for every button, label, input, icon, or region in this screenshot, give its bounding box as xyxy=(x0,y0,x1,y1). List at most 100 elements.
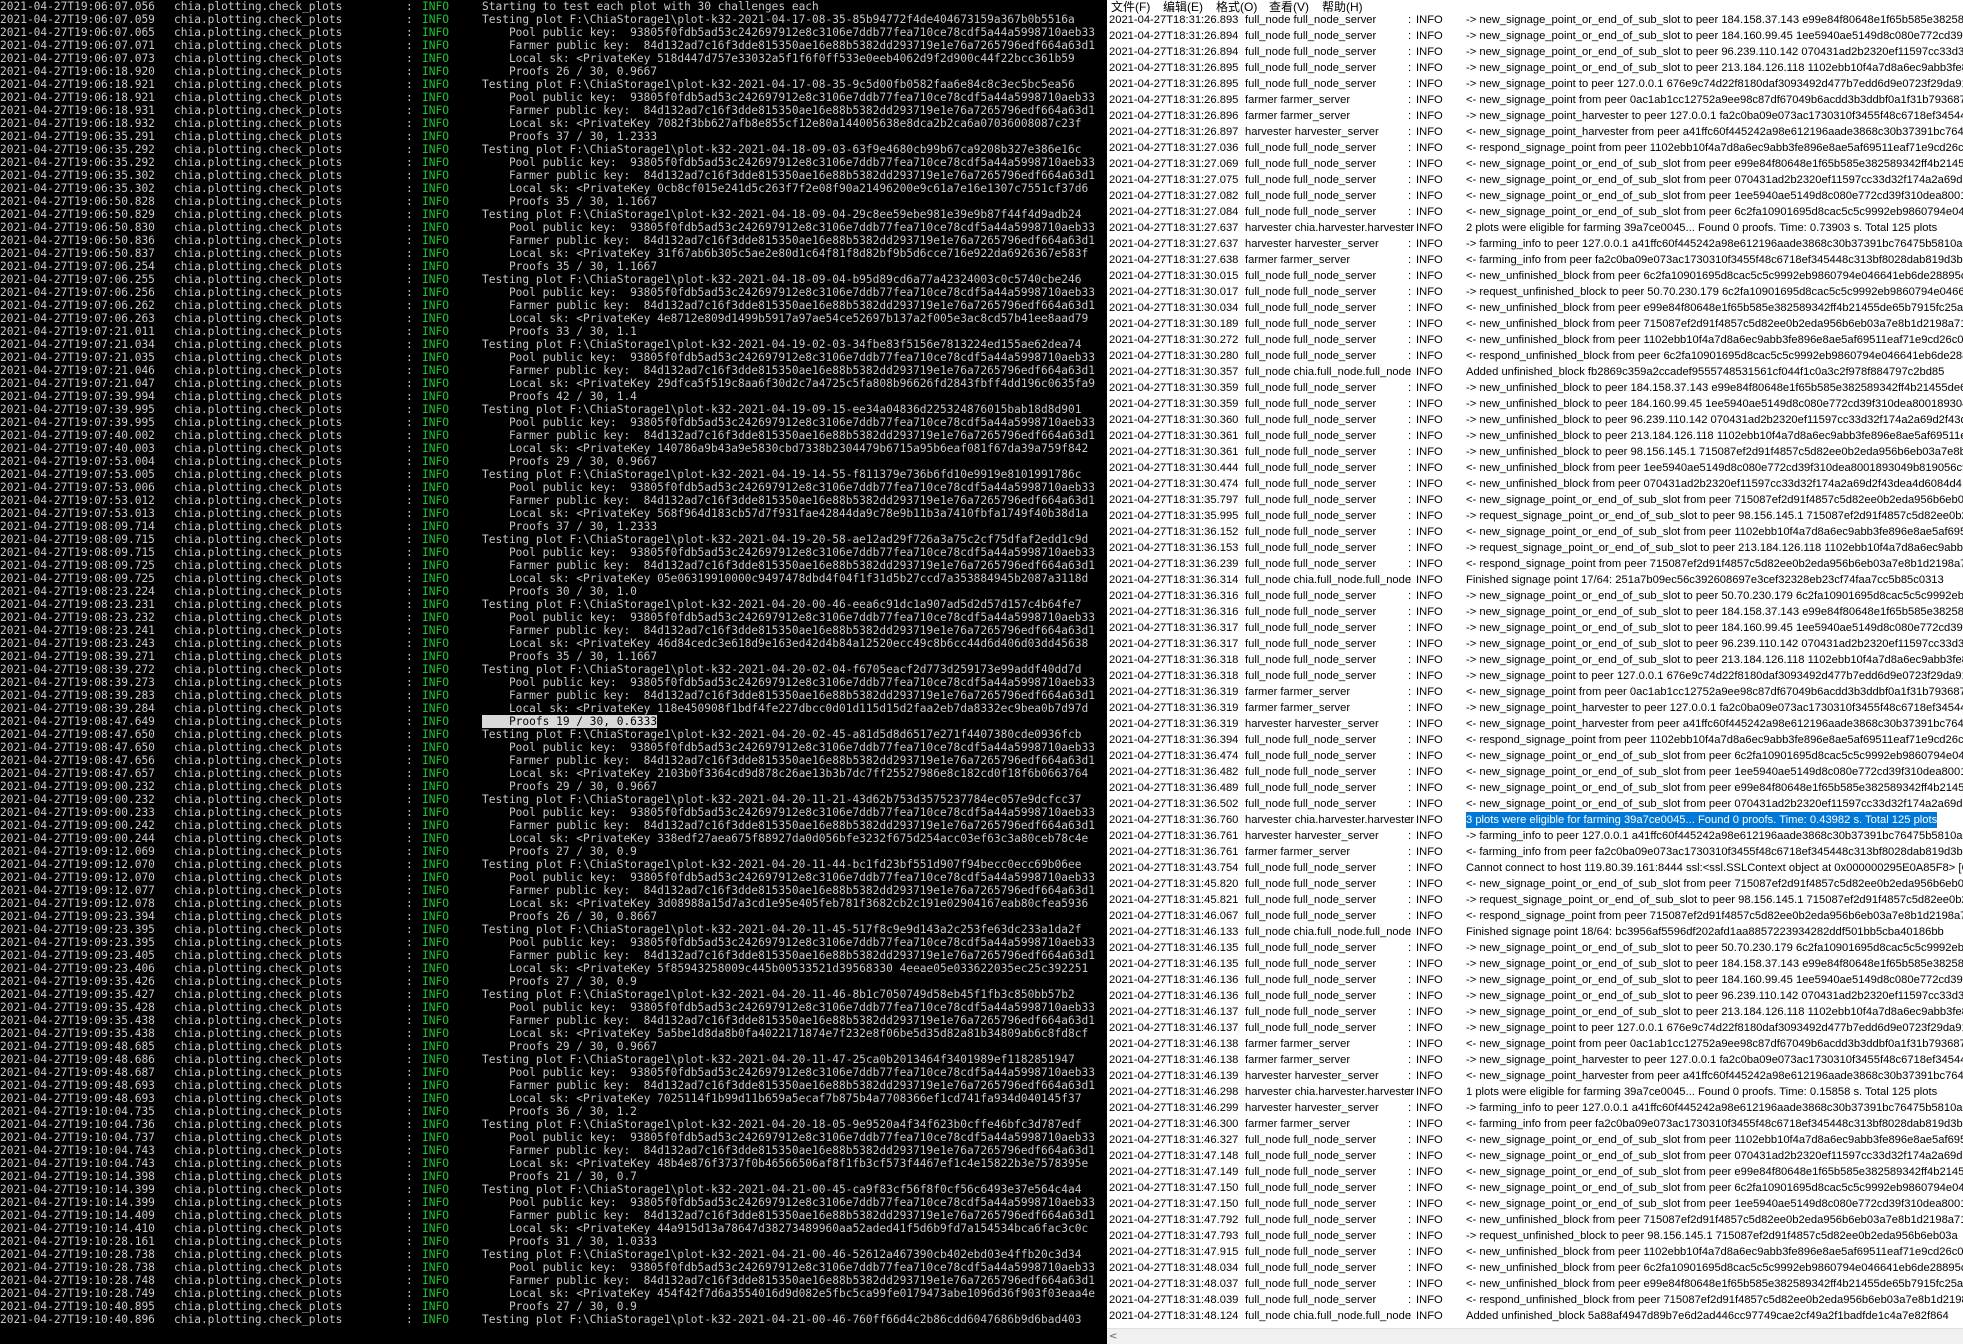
line-lvl: INFO xyxy=(1416,78,1443,90)
line-separator: : xyxy=(1408,1086,1412,1098)
line-separator: : xyxy=(1408,1150,1412,1162)
log-mod: chia.plotting.check_plots xyxy=(174,1170,343,1183)
line-msg: <- respond_unfinished_block from peer 71… xyxy=(1466,1294,1963,1306)
log-msg: Local sk: <PrivateKey 7025114f1b99d11b65… xyxy=(482,1092,1082,1105)
log-mod: chia.plotting.check_plots xyxy=(174,455,343,468)
log-separator: : xyxy=(406,273,413,286)
line-separator: : xyxy=(1408,446,1412,458)
log-ts: 2021-04-27T19:06:18.921 xyxy=(0,91,155,104)
line-ts: 2021-04-27T18:31:36.152 xyxy=(1109,526,1239,538)
log-msg: Local sk: <PrivateKey 568f964d183cb57d7f… xyxy=(482,507,1089,520)
line-lvl: INFO xyxy=(1416,286,1443,298)
log-ts: 2021-04-27T19:08:39.271 xyxy=(0,650,155,663)
log-ts: 2021-04-27T19:08:23.224 xyxy=(0,585,155,598)
scroll-left-icon[interactable]: < xyxy=(1109,1330,1117,1344)
line-msg: -> new_signage_point_or_end_of_sub_slot … xyxy=(1466,974,1963,986)
log-lvl: INFO xyxy=(422,559,449,572)
line-src: farmer farmer_server xyxy=(1245,686,1351,698)
line-separator: : xyxy=(1408,622,1412,634)
log-lvl: INFO xyxy=(422,104,449,117)
terminal-window[interactable]: 2021-04-27T19:06:07.056 chia.plotting.che… xyxy=(0,0,1107,1344)
line-src: full_node full_node_server xyxy=(1245,670,1377,682)
line-msg: -> new_signage_point_or_end_of_sub_slot … xyxy=(1466,654,1963,666)
log-separator: : xyxy=(406,286,413,299)
line-separator: : xyxy=(1408,1214,1412,1226)
log-mod: chia.plotting.check_plots xyxy=(174,1027,343,1040)
line-lvl: INFO xyxy=(1416,478,1443,490)
line-lvl: INFO xyxy=(1416,1102,1443,1114)
line-msg: <- new_unfinished_block from peer 715087… xyxy=(1466,1214,1963,1226)
line-separator: : xyxy=(1408,590,1412,602)
log-msg: Pool public key: 93805f0fdb5ad53c2426979… xyxy=(482,1001,1095,1014)
line-src: farmer farmer_server xyxy=(1245,254,1351,266)
horizontal-scrollbar[interactable]: < xyxy=(1107,1328,1963,1344)
line-msg: <- new_signage_point_or_end_of_sub_slot … xyxy=(1466,494,1963,506)
line-ts: 2021-04-27T18:31:27.637 xyxy=(1109,222,1239,234)
line-src: full_node chia.full_node.full_node xyxy=(1245,926,1412,938)
log-mod: chia.plotting.check_plots xyxy=(174,13,343,26)
log-lvl: INFO xyxy=(422,442,449,455)
log-mod: chia.plotting.check_plots xyxy=(174,702,343,715)
line-lvl: INFO xyxy=(1416,590,1443,602)
log-ts: 2021-04-27T19:10:14.398 xyxy=(0,1170,155,1183)
log-lvl: INFO xyxy=(422,1157,449,1170)
line-separator: : xyxy=(1408,1022,1412,1034)
line-ts: 2021-04-27T18:31:36.474 xyxy=(1109,750,1239,762)
log-ts: 2021-04-27T19:09:35.438 xyxy=(0,1014,155,1027)
log-ts: 2021-04-27T19:10:04.743 xyxy=(0,1144,155,1157)
log-ts: 2021-04-27T19:09:23.395 xyxy=(0,923,155,936)
log-separator: : xyxy=(406,1001,413,1014)
line-separator: : xyxy=(1408,542,1412,554)
log-msg: Pool public key: 93805f0fdb5ad53c2426979… xyxy=(482,676,1095,689)
line-ts: 2021-04-27T18:31:46.136 xyxy=(1109,990,1239,1002)
line-lvl: INFO xyxy=(1416,302,1443,314)
log-ts: 2021-04-27T19:09:35.427 xyxy=(0,988,155,1001)
log-ts: 2021-04-27T19:08:47.657 xyxy=(0,767,155,780)
line-lvl: INFO xyxy=(1416,174,1443,186)
line-msg: -> new_signage_point_harvester to peer 1… xyxy=(1466,702,1963,714)
log-ts: 2021-04-27T19:09:12.070 xyxy=(0,871,155,884)
notepad-window[interactable]: 文件(F) 编辑(E) 格式(O) 查看(V) 帮助(H) 2021-04-27… xyxy=(1107,0,1963,1344)
log-msg: Proofs 33 / 30, 1.1 xyxy=(482,325,637,338)
log-lvl: INFO xyxy=(422,1066,449,1079)
line-ts: 2021-04-27T18:31:46.138 xyxy=(1109,1054,1239,1066)
log-mod: chia.plotting.check_plots xyxy=(174,871,343,884)
log-lvl: INFO xyxy=(422,1170,449,1183)
log-mod: chia.plotting.check_plots xyxy=(174,117,343,130)
line-ts: 2021-04-27T18:31:30.361 xyxy=(1109,446,1239,458)
log-msg: Pool public key: 93805f0fdb5ad53c2426979… xyxy=(482,1066,1095,1079)
line-src: full_node full_node_server xyxy=(1245,430,1377,442)
log-ts: 2021-04-27T19:09:00.242 xyxy=(0,819,155,832)
line-ts: 2021-04-27T18:31:26.893 xyxy=(1109,14,1239,26)
log-msg: Local sk: <PrivateKey 338edf27aea675f889… xyxy=(482,832,1089,845)
log-lvl: INFO xyxy=(422,143,449,156)
line-src: full_node full_node_server xyxy=(1245,174,1377,186)
log-separator: : xyxy=(406,364,413,377)
log-ts: 2021-04-27T19:09:48.693 xyxy=(0,1092,155,1105)
line-separator: : xyxy=(1408,510,1412,522)
line-src: farmer farmer_server xyxy=(1245,1118,1351,1130)
log-ts: 2021-04-27T19:09:35.438 xyxy=(0,1027,155,1040)
log-ts: 2021-04-27T19:10:28.738 xyxy=(0,1261,155,1274)
log-ts: 2021-04-27T19:09:00.244 xyxy=(0,832,155,845)
line-lvl: INFO xyxy=(1416,254,1443,266)
log-ts: 2021-04-27T19:08:39.283 xyxy=(0,689,155,702)
log-ts: 2021-04-27T19:06:35.302 xyxy=(0,182,155,195)
line-lvl: INFO xyxy=(1416,1118,1443,1130)
log-msg: Farmer public key: 84d132ad7c16f3dde8153… xyxy=(482,494,1095,507)
log-lvl: INFO xyxy=(422,338,449,351)
log-separator: : xyxy=(406,1027,413,1040)
line-ts: 2021-04-27T18:31:30.357 xyxy=(1109,366,1239,378)
log-ts: 2021-04-27T19:07:53.012 xyxy=(0,494,155,507)
line-separator: : xyxy=(1408,190,1412,202)
log-ts: 2021-04-27T19:07:53.005 xyxy=(0,468,155,481)
log-mod: chia.plotting.check_plots xyxy=(174,793,343,806)
line-ts: 2021-04-27T18:31:36.316 xyxy=(1109,606,1239,618)
log-separator: : xyxy=(406,403,413,416)
log-lvl: INFO xyxy=(422,728,449,741)
line-msg: -> new_unfinished_block to peer 96.239.1… xyxy=(1466,414,1963,426)
log-separator: : xyxy=(406,832,413,845)
line-src: harvester harvester_server xyxy=(1245,238,1379,250)
line-separator: : xyxy=(1408,894,1412,906)
log-ts: 2021-04-27T19:10:14.410 xyxy=(0,1222,155,1235)
